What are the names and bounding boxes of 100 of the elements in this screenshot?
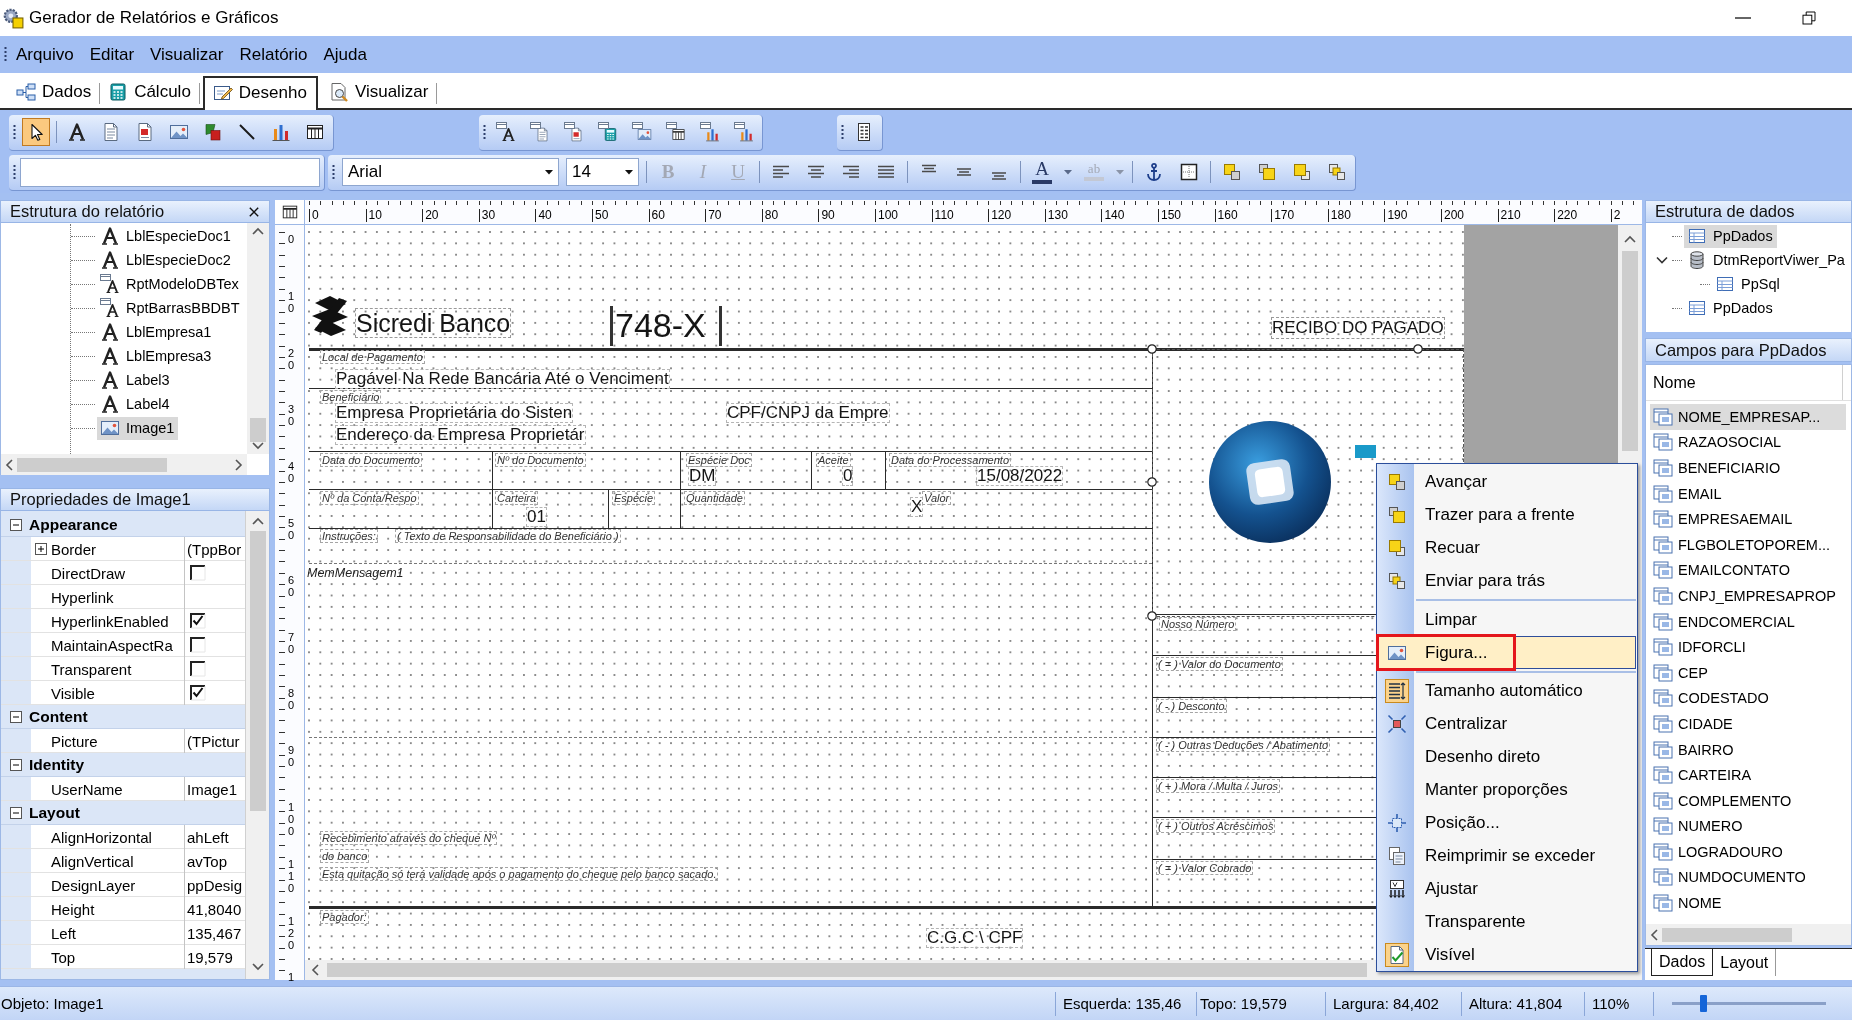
selection-handle[interactable]: [1413, 344, 1423, 354]
collapse-icon[interactable]: [10, 758, 22, 771]
field-item[interactable]: IDFORCLI: [1650, 634, 1846, 660]
menu-item[interactable]: Trazer para a frente: [1378, 498, 1636, 531]
tree-item[interactable]: Label3: [97, 368, 174, 392]
menu-item[interactable]: Editar: [81, 40, 143, 69]
menu-item[interactable]: Limpar: [1378, 603, 1636, 636]
tree-item[interactable]: Label4: [97, 392, 174, 416]
field-item[interactable]: CEP: [1650, 659, 1846, 686]
scrollbar-thumb[interactable]: [249, 531, 266, 811]
column-header[interactable]: Nome: [1646, 365, 1843, 400]
menu-item[interactable]: Reimprimir se exceder: [1378, 839, 1636, 872]
field-item[interactable]: BAIRRO: [1650, 736, 1846, 763]
checkbox[interactable]: [190, 685, 206, 701]
collapse-icon[interactable]: [10, 518, 22, 531]
font-size-select[interactable]: 14: [566, 158, 639, 186]
property-value[interactable]: avTop: [187, 852, 228, 870]
menu-item[interactable]: Avançar: [1378, 465, 1636, 498]
tree-item[interactable]: PpDados: [1684, 296, 1777, 320]
scroll-up-icon[interactable]: [251, 517, 264, 525]
checkbox[interactable]: [190, 565, 206, 581]
field-item[interactable]: EMAIL: [1650, 480, 1846, 507]
field-item[interactable]: CIDADE: [1650, 711, 1846, 737]
scroll-left-icon[interactable]: [1650, 928, 1658, 941]
list-icon[interactable]: [280, 203, 299, 221]
grip-icon[interactable]: [483, 123, 486, 141]
tab[interactable]: Desenho: [202, 76, 318, 110]
selection-handle[interactable]: [1147, 344, 1157, 354]
menu-item[interactable]: Centralizar: [1378, 707, 1636, 740]
menu-item[interactable]: Relatório: [231, 40, 316, 69]
grip-icon[interactable]: [13, 163, 16, 181]
menu-item[interactable]: Ajuda: [315, 40, 375, 69]
menu-item[interactable]: Posição...: [1378, 806, 1636, 839]
field-item[interactable]: CNPJ_EMPRESAPROP: [1650, 583, 1846, 609]
field-item[interactable]: CODESTADO: [1650, 685, 1846, 712]
checkbox[interactable]: [190, 637, 206, 653]
pointer-icon[interactable]: [22, 118, 50, 146]
menu-item[interactable]: Transparente: [1378, 905, 1636, 938]
field-item[interactable]: EMPRESAEMAIL: [1650, 506, 1846, 532]
tree-item[interactable]: LblEmpresa1: [97, 320, 216, 344]
font-select[interactable]: Arial: [342, 158, 559, 186]
scrollbar-thumb[interactable]: [250, 418, 266, 442]
field-item[interactable]: NOME_EMPRESAP...: [1650, 404, 1846, 430]
menu-item[interactable]: Desenho direto: [1378, 740, 1636, 773]
grip-icon[interactable]: [13, 123, 16, 141]
field-item[interactable]: NOME: [1650, 890, 1846, 916]
selection-handle[interactable]: [1147, 611, 1157, 621]
tree-item[interactable]: LblEspecieDoc1: [97, 224, 235, 248]
horizontal-scrollbar[interactable]: [1, 454, 247, 475]
selection-handle[interactable]: [1147, 477, 1157, 487]
property-value[interactable]: 135,467: [187, 924, 242, 942]
menu-item[interactable]: Tamanho automático: [1378, 674, 1636, 707]
scroll-left-icon[interactable]: [5, 458, 13, 471]
tree-item[interactable]: PpSql: [1712, 272, 1784, 296]
scroll-up-icon[interactable]: [252, 227, 264, 235]
scroll-right-icon[interactable]: [235, 458, 243, 471]
font-color-button[interactable]: A: [1028, 158, 1056, 186]
expand-icon[interactable]: [35, 543, 47, 555]
collapse-icon[interactable]: [10, 710, 22, 723]
scroll-left-icon[interactable]: [311, 964, 319, 976]
field-item[interactable]: BENEFICIARIO: [1650, 455, 1846, 481]
property-value[interactable]: ppDesig: [187, 876, 243, 894]
checkbox[interactable]: [190, 661, 206, 677]
grip-icon[interactable]: [841, 123, 844, 141]
tree-item[interactable]: Image1: [97, 416, 179, 440]
field-item[interactable]: NUMDOCUMENTO: [1650, 864, 1846, 891]
menu-item[interactable]: Recuar: [1378, 531, 1636, 564]
tree-item[interactable]: PpDados: [1684, 224, 1777, 248]
vertical-scrollbar[interactable]: [245, 511, 269, 979]
field-item[interactable]: COMPLEMENTO: [1650, 787, 1846, 814]
menu-item[interactable]: Enviar para trás: [1378, 564, 1636, 597]
property-value[interactable]: (TPictur: [187, 732, 240, 750]
tab[interactable]: Dados: [1651, 949, 1714, 976]
collapse-icon[interactable]: [10, 806, 22, 819]
text-input[interactable]: [20, 157, 320, 187]
field-item[interactable]: LOGRADOURO: [1650, 839, 1846, 865]
field-item[interactable]: FLGBOLETOPOREM...: [1650, 531, 1846, 558]
property-value[interactable]: ahLeft: [187, 828, 229, 846]
tree-item[interactable]: RptBarrasBBDBT: [97, 296, 244, 320]
property-value[interactable]: 19,579: [187, 948, 233, 966]
menu-item[interactable]: Manter proporções: [1378, 773, 1636, 806]
tree-item[interactable]: LblEspecieDoc2: [97, 248, 235, 272]
property-value[interactable]: 41,8040: [187, 900, 242, 918]
slider-thumb[interactable]: [1699, 995, 1707, 1012]
scrollbar-thumb[interactable]: [17, 457, 167, 472]
field-item[interactable]: EMAILCONTATO: [1650, 557, 1846, 584]
scrollbar-thumb[interactable]: [1622, 251, 1638, 451]
scrollbar-thumb[interactable]: [327, 963, 1367, 977]
tree-item[interactable]: DtmReportViwer_Pa: [1684, 248, 1849, 272]
scrollbar-thumb[interactable]: [1662, 927, 1792, 942]
field-item[interactable]: CARTEIRA: [1650, 762, 1846, 788]
menu-item[interactable]: Visualizar: [142, 40, 232, 69]
grip-icon[interactable]: [332, 163, 335, 181]
scroll-down-icon[interactable]: [251, 963, 264, 971]
menu-item[interactable]: Arquivo: [8, 40, 82, 69]
tree-item[interactable]: LblEmpresa3: [97, 344, 216, 368]
field-item[interactable]: ENDCOMERCIAL: [1650, 608, 1846, 635]
field-item[interactable]: NUMERO: [1650, 813, 1846, 840]
menu-item[interactable]: Ajustar: [1378, 872, 1636, 905]
checkbox[interactable]: [190, 613, 206, 629]
